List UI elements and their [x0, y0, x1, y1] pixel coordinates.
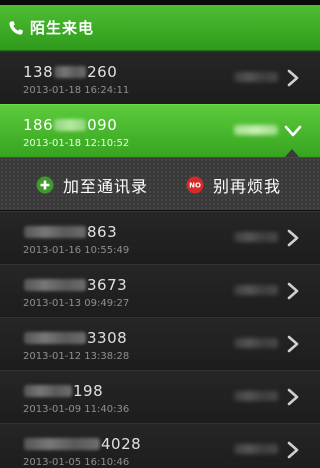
- caller-number: 186 090: [23, 116, 118, 134]
- chevron-right-icon[interactable]: [286, 69, 300, 87]
- caller-location: [234, 444, 278, 454]
- masked-digits: [54, 119, 87, 131]
- action-bar: 加至通讯录 NO 别再烦我: [0, 157, 320, 211]
- call-time: 2013-01-12 13:38:28: [23, 351, 130, 362]
- action-bar-pointer: [285, 149, 299, 157]
- caller-location: [234, 338, 278, 348]
- app-header: 陌生来电: [0, 5, 320, 51]
- caller-location: [234, 232, 278, 242]
- call-list-item[interactable]: 863 2013-01-16 10:55:49: [0, 211, 320, 263]
- chevron-right-icon[interactable]: [286, 335, 300, 353]
- call-time: 2013-01-05 16:10:46: [23, 457, 130, 468]
- phone-icon: [9, 20, 23, 35]
- caller-location: [234, 125, 278, 135]
- caller-location: [234, 72, 278, 82]
- masked-digits: [24, 279, 86, 291]
- call-list-item[interactable]: 138 260 2013-01-18 16:24:11: [0, 51, 320, 103]
- call-list-item[interactable]: 198 2013-01-09 11:40:36: [0, 370, 320, 422]
- chevron-right-icon[interactable]: [286, 229, 300, 247]
- masked-digits: [24, 385, 72, 397]
- masked-digits: [24, 438, 100, 450]
- chevron-right-icon[interactable]: [286, 282, 300, 300]
- no-icon: NO: [186, 176, 204, 194]
- chevron-right-icon[interactable]: [286, 388, 300, 406]
- caller-number: 138 260: [23, 63, 118, 81]
- svg-text:NO: NO: [189, 182, 201, 190]
- masked-digits: [24, 332, 86, 344]
- plus-icon: [36, 176, 54, 194]
- chevron-down-icon[interactable]: [284, 124, 302, 138]
- caller-number: 198: [23, 382, 103, 400]
- add-to-contacts-button[interactable]: 加至通讯录: [36, 158, 148, 212]
- call-list-item-selected[interactable]: 186 090 2013-01-18 12:10:52: [0, 104, 320, 157]
- call-list-item[interactable]: 4028 2013-01-05 16:10:46: [0, 423, 320, 468]
- add-to-contacts-label: 加至通讯录: [63, 177, 149, 196]
- page-title: 陌生来电: [30, 19, 95, 37]
- call-time: 2013-01-13 09:49:27: [23, 298, 130, 309]
- call-time: 2013-01-18 16:24:11: [23, 85, 130, 96]
- caller-number: 4028: [23, 435, 141, 453]
- call-list-item[interactable]: 3673 2013-01-13 09:49:27: [0, 264, 320, 316]
- call-list-item[interactable]: 3308 2013-01-12 13:38:28: [0, 317, 320, 369]
- do-not-disturb-button[interactable]: NO 别再烦我: [186, 158, 281, 212]
- caller-number: 3308: [23, 329, 127, 347]
- caller-location: [234, 285, 278, 295]
- call-time: 2013-01-16 10:55:49: [23, 245, 130, 256]
- masked-digits: [54, 66, 87, 78]
- do-not-disturb-label: 别再烦我: [213, 177, 282, 196]
- call-time: 2013-01-18 12:10:52: [23, 138, 130, 149]
- chevron-right-icon[interactable]: [286, 441, 300, 459]
- caller-location: [234, 391, 278, 401]
- caller-number: 863: [23, 223, 117, 241]
- masked-digits: [24, 226, 86, 238]
- caller-number: 3673: [23, 276, 127, 294]
- call-time: 2013-01-09 11:40:36: [23, 404, 130, 415]
